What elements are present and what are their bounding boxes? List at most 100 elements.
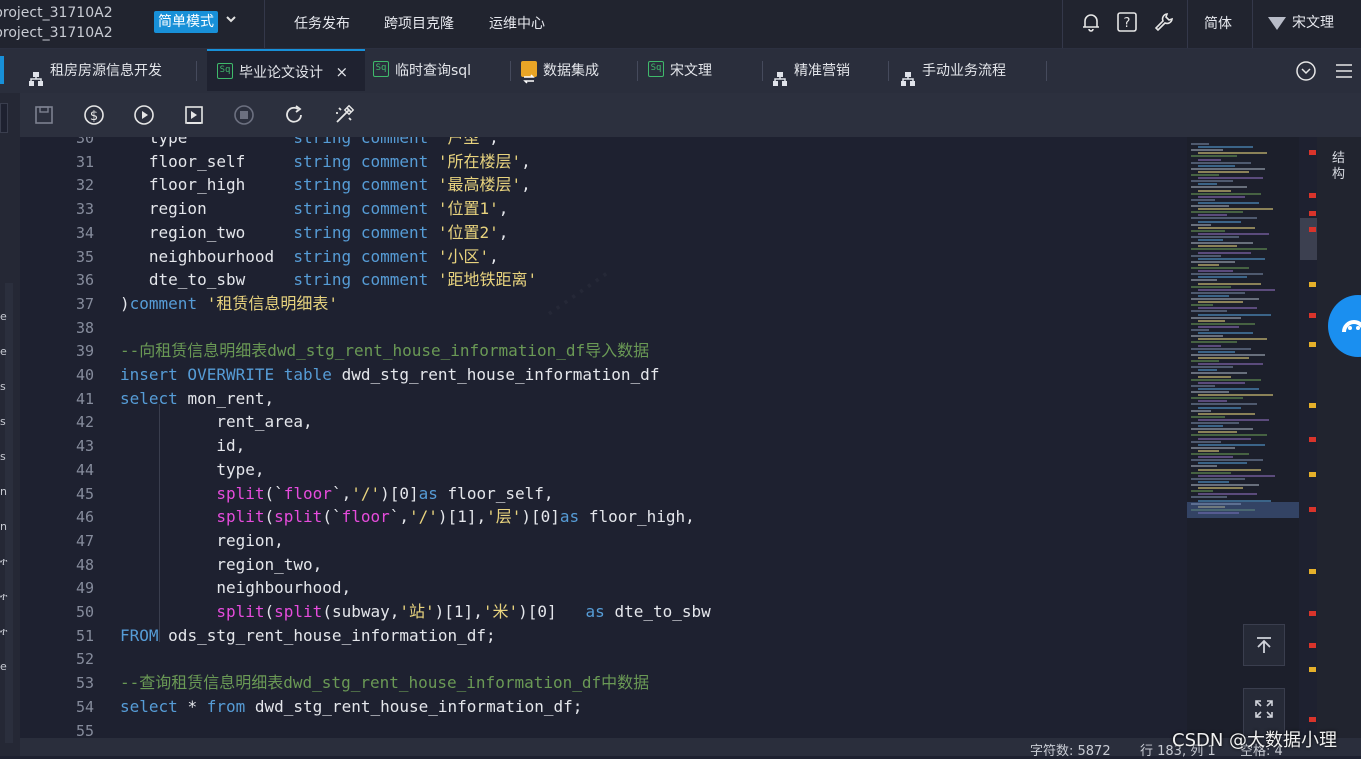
ruler-marker	[1309, 611, 1316, 616]
structure-panel-tab[interactable]: 结构	[1332, 151, 1346, 183]
minimap-line	[1191, 446, 1235, 449]
refresh-icon[interactable]	[283, 104, 305, 126]
sidebar-input-box[interactable]	[0, 103, 8, 133]
ruler-marker	[1309, 472, 1316, 477]
code-line[interactable]: 52	[20, 647, 1183, 671]
hamburger-menu-icon[interactable]	[1334, 61, 1354, 85]
minimap-line	[1191, 242, 1253, 245]
minimap-viewport[interactable]	[1187, 502, 1299, 518]
bell-icon[interactable]	[1080, 11, 1102, 33]
tab-label: 数据集成	[543, 63, 599, 79]
code-text: FROM ods_stg_rent_house_information_df;	[120, 625, 496, 645]
minimap-line	[1198, 356, 1249, 359]
format-icon[interactable]	[333, 104, 355, 126]
tab-temp-query-sql[interactable]: Sq 临时查询sql	[373, 49, 471, 93]
tab-list-dropdown-icon[interactable]	[1295, 60, 1317, 86]
code-line[interactable]: 35 neighbourhood string comment '小区',	[20, 245, 1183, 269]
minimap-line	[1191, 496, 1227, 499]
run-params-icon[interactable]	[183, 104, 205, 126]
scroll-to-top-button[interactable]	[1243, 624, 1285, 666]
save-icon[interactable]	[33, 104, 55, 126]
language-switch[interactable]: 简体	[1204, 13, 1232, 33]
wrench-icon[interactable]	[1153, 11, 1175, 33]
code-text: floor_high string comment '最高楼层',	[120, 175, 531, 195]
code-text: )comment '租赁信息明细表'	[120, 293, 338, 313]
minimap-line	[1198, 170, 1249, 173]
ruler-marker	[1309, 643, 1316, 648]
nav-ops-center[interactable]: 运维中心	[489, 13, 545, 33]
tab-label: 手动业务流程	[922, 63, 1006, 79]
code-line[interactable]: 49 neighbourhood,	[20, 576, 1183, 600]
tab-thesis-design[interactable]: Sq 毕业论文设计 ×	[207, 49, 365, 91]
nav-cross-project-clone[interactable]: 跨项目克隆	[384, 13, 454, 33]
sql-editor[interactable]: ········ 30 type string comment '户型',31 …	[20, 137, 1183, 738]
project-name-line2: project_31710A2	[0, 25, 113, 41]
code-line[interactable]: 44 type,	[20, 458, 1183, 482]
line-number: 48	[75, 555, 94, 574]
code-line[interactable]: 50 split(split(subway,'站')[1],'米')[0] as…	[20, 600, 1183, 624]
code-text: type string comment '户型',	[120, 137, 499, 147]
code-line[interactable]: 39 --向租赁信息明细表dwd_stg_rent_house_informati…	[20, 339, 1183, 363]
code-line[interactable]: 54 select * from dwd_stg_rent_house_infor…	[20, 695, 1183, 719]
tab-precision-marketing[interactable]: 精准营销	[772, 49, 850, 93]
tab-song-wenli[interactable]: Sq 宋文理	[648, 49, 712, 93]
code-line[interactable]: 30 type string comment '户型',	[20, 137, 1183, 150]
code-line[interactable]: 34 region_two string comment '位置2',	[20, 221, 1183, 245]
tab-rent-house-dev[interactable]: 租房房源信息开发	[28, 49, 162, 93]
code-text: region_two string comment '位置2',	[120, 222, 509, 242]
code-line[interactable]: 55	[20, 719, 1183, 739]
code-line[interactable]: 40 insert OVERWRITE table dwd_stg_rent_ho…	[20, 363, 1183, 387]
chevron-down-icon[interactable]	[224, 12, 238, 30]
cost-icon[interactable]: $	[83, 104, 105, 126]
code-line[interactable]: 31 floor_self string comment '所在楼层',	[20, 150, 1183, 174]
run-icon[interactable]	[133, 104, 155, 126]
code-line[interactable]: 36 dte_to_sbw string comment '距地铁距离'	[20, 268, 1183, 292]
code-line[interactable]: 42 rent_area,	[20, 410, 1183, 434]
nav-task-publish[interactable]: 任务发布	[294, 13, 350, 33]
minimap-line	[1198, 369, 1217, 372]
minimap-line	[1198, 319, 1225, 322]
stop-icon[interactable]	[233, 104, 255, 126]
code-line[interactable]: 38	[20, 316, 1183, 340]
minimap-line	[1191, 465, 1217, 468]
code-line[interactable]: 43 id,	[20, 434, 1183, 458]
code-text: select mon_rent,	[120, 388, 275, 408]
code-line[interactable]: 45 split(`floor`,'/')[0]as floor_self,	[20, 482, 1183, 506]
code-text: dte_to_sbw string comment '距地铁距离'	[120, 270, 538, 290]
minimap-line	[1191, 285, 1231, 288]
code-line[interactable]: 51 FROM ods_stg_rent_house_information_df…	[20, 624, 1183, 648]
ruler-marker	[1309, 211, 1316, 216]
help-icon[interactable]: ?	[1116, 11, 1138, 33]
code-line[interactable]: 37)comment '租赁信息明细表'	[20, 292, 1183, 316]
minimap-line	[1191, 267, 1249, 269]
minimap-line	[1191, 186, 1247, 189]
minimap-line	[1198, 350, 1235, 353]
minimap-line	[1198, 313, 1271, 316]
code-line[interactable]: 41 select mon_rent,	[20, 387, 1183, 411]
code-line[interactable]: 33 region string comment '位置1',	[20, 197, 1183, 221]
tab-close-icon[interactable]: ×	[335, 63, 348, 81]
minimap-line	[1191, 217, 1257, 220]
minimap-line	[1191, 341, 1237, 344]
code-line[interactable]: 53 --查询租赁信息明细表dwd_stg_rent_house_informat…	[20, 671, 1183, 695]
code-line[interactable]: 47 region,	[20, 529, 1183, 553]
minimap-line	[1191, 198, 1215, 201]
minimap-line	[1191, 174, 1219, 176]
tab-manual-business-flow[interactable]: 手动业务流程	[900, 49, 1006, 93]
sidebar-char: s	[0, 415, 6, 428]
minimap-line	[1198, 232, 1269, 235]
mode-switch-button[interactable]: 简单模式	[154, 11, 218, 33]
minimap-line	[1198, 431, 1237, 434]
minimap-line	[1191, 384, 1215, 387]
minimap-line	[1198, 301, 1243, 304]
minimap-line	[1198, 462, 1247, 465]
tab-data-integration[interactable]: 数据集成	[521, 49, 599, 93]
code-line[interactable]: 46 split(split(`floor`,'/')[1],'层')[0]as…	[20, 505, 1183, 529]
project-selector[interactable]: project_31710A2 project_31710A2	[0, 3, 113, 43]
code-line[interactable]: 48 region_two,	[20, 553, 1183, 577]
code-line[interactable]: 32 floor_high string comment '最高楼层',	[20, 173, 1183, 197]
minimap-line	[1191, 310, 1227, 313]
user-menu[interactable]: 宋文理	[1268, 12, 1334, 32]
minimap-line	[1191, 304, 1213, 307]
minimap-line	[1198, 332, 1253, 335]
